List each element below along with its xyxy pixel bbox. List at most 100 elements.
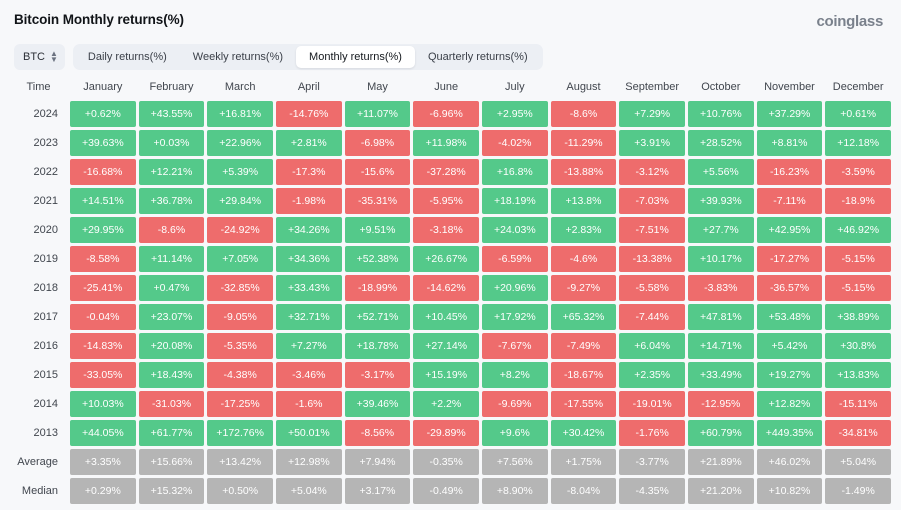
return-cell[interactable]: -6.59% (481, 246, 548, 272)
return-cell[interactable]: -5.35% (207, 333, 273, 359)
return-cell[interactable]: +13.8% (550, 188, 617, 214)
return-cell[interactable]: +43.55% (138, 101, 205, 127)
return-cell[interactable]: +2.35% (619, 362, 685, 388)
return-cell[interactable]: +7.94% (344, 449, 411, 475)
return-cell[interactable]: +7.29% (619, 101, 685, 127)
return-cell[interactable]: -16.68% (70, 159, 136, 185)
return-cell[interactable]: +36.78% (138, 188, 205, 214)
tab-quarterly-returns[interactable]: Quarterly returns(%) (415, 46, 541, 68)
return-cell[interactable]: -3.12% (619, 159, 685, 185)
return-cell[interactable]: -7.49% (550, 333, 617, 359)
return-cell[interactable]: +18.19% (481, 188, 548, 214)
return-cell[interactable]: +8.90% (481, 478, 548, 504)
return-cell[interactable]: -3.59% (825, 159, 891, 185)
return-cell[interactable]: +30.42% (550, 420, 617, 446)
return-cell[interactable]: +65.32% (550, 304, 617, 330)
return-cell[interactable]: -4.02% (481, 130, 548, 156)
return-cell[interactable]: +29.95% (70, 217, 136, 243)
return-cell[interactable]: +37.29% (756, 101, 823, 127)
return-cell[interactable]: +39.63% (70, 130, 136, 156)
return-cell[interactable]: -0.04% (70, 304, 136, 330)
return-cell[interactable]: +19.27% (756, 362, 823, 388)
return-cell[interactable]: +0.61% (825, 101, 891, 127)
return-cell[interactable]: +5.04% (825, 449, 891, 475)
return-cell[interactable]: +60.79% (687, 420, 754, 446)
return-cell[interactable]: -3.77% (619, 449, 685, 475)
return-cell[interactable]: +42.95% (756, 217, 823, 243)
return-cell[interactable]: +46.92% (825, 217, 891, 243)
return-cell[interactable]: +26.67% (413, 246, 479, 272)
return-cell[interactable]: -13.38% (619, 246, 685, 272)
return-cell[interactable]: +5.56% (687, 159, 754, 185)
return-cell[interactable]: +52.38% (344, 246, 411, 272)
return-cell[interactable]: -6.96% (413, 101, 479, 127)
return-cell[interactable]: +0.50% (207, 478, 273, 504)
return-cell[interactable]: +172.76% (207, 420, 273, 446)
return-cell[interactable]: +22.96% (207, 130, 273, 156)
return-cell[interactable]: -9.69% (481, 391, 548, 417)
return-cell[interactable]: -1.49% (825, 478, 891, 504)
return-cell[interactable]: +12.82% (756, 391, 823, 417)
return-cell[interactable]: -4.38% (207, 362, 273, 388)
return-cell[interactable]: -1.98% (275, 188, 342, 214)
return-cell[interactable]: +17.92% (481, 304, 548, 330)
return-cell[interactable]: +12.18% (825, 130, 891, 156)
return-cell[interactable]: -5.15% (825, 275, 891, 301)
return-cell[interactable]: +16.81% (207, 101, 273, 127)
return-cell[interactable]: +13.83% (825, 362, 891, 388)
tab-monthly-returns[interactable]: Monthly returns(%) (296, 46, 415, 68)
return-cell[interactable]: +20.96% (481, 275, 548, 301)
return-cell[interactable]: -4.6% (550, 246, 617, 272)
return-cell[interactable]: -1.76% (619, 420, 685, 446)
return-cell[interactable]: -14.83% (70, 333, 136, 359)
return-cell[interactable]: +23.07% (138, 304, 205, 330)
return-cell[interactable]: +27.7% (687, 217, 754, 243)
return-cell[interactable]: -16.23% (756, 159, 823, 185)
return-cell[interactable]: -18.99% (344, 275, 411, 301)
return-cell[interactable]: +24.03% (481, 217, 548, 243)
return-cell[interactable]: -18.9% (825, 188, 891, 214)
return-cell[interactable]: +29.84% (207, 188, 273, 214)
return-cell[interactable]: -8.04% (550, 478, 617, 504)
return-cell[interactable]: +0.47% (138, 275, 205, 301)
return-cell[interactable]: +8.81% (756, 130, 823, 156)
return-cell[interactable]: +34.26% (275, 217, 342, 243)
return-cell[interactable]: +7.27% (275, 333, 342, 359)
return-cell[interactable]: +5.39% (207, 159, 273, 185)
return-cell[interactable]: +14.51% (70, 188, 136, 214)
return-cell[interactable]: -8.58% (70, 246, 136, 272)
return-cell[interactable]: +33.43% (275, 275, 342, 301)
symbol-selector[interactable]: BTC ▲ ▼ (14, 44, 65, 70)
return-cell[interactable]: -8.56% (344, 420, 411, 446)
return-cell[interactable]: -4.35% (619, 478, 685, 504)
return-cell[interactable]: +10.82% (756, 478, 823, 504)
return-cell[interactable]: +18.43% (138, 362, 205, 388)
return-cell[interactable]: +12.21% (138, 159, 205, 185)
return-cell[interactable]: -7.51% (619, 217, 685, 243)
return-cell[interactable]: -3.83% (687, 275, 754, 301)
return-cell[interactable]: +3.91% (619, 130, 685, 156)
return-cell[interactable]: -5.58% (619, 275, 685, 301)
return-cell[interactable]: +0.62% (70, 101, 136, 127)
return-cell[interactable]: +46.02% (756, 449, 823, 475)
return-cell[interactable]: +15.32% (138, 478, 205, 504)
return-cell[interactable]: -13.88% (550, 159, 617, 185)
return-cell[interactable]: -5.95% (413, 188, 479, 214)
return-cell[interactable]: +27.14% (413, 333, 479, 359)
return-cell[interactable]: -35.31% (344, 188, 411, 214)
return-cell[interactable]: -5.15% (825, 246, 891, 272)
return-cell[interactable]: -36.57% (756, 275, 823, 301)
return-cell[interactable]: +39.46% (344, 391, 411, 417)
return-cell[interactable]: -7.67% (481, 333, 548, 359)
return-cell[interactable]: -7.44% (619, 304, 685, 330)
return-cell[interactable]: +9.6% (481, 420, 548, 446)
return-cell[interactable]: +11.07% (344, 101, 411, 127)
return-cell[interactable]: +10.76% (687, 101, 754, 127)
return-cell[interactable]: +2.95% (481, 101, 548, 127)
return-cell[interactable]: -18.67% (550, 362, 617, 388)
return-cell[interactable]: +18.78% (344, 333, 411, 359)
return-cell[interactable]: +2.83% (550, 217, 617, 243)
return-cell[interactable]: +10.03% (70, 391, 136, 417)
return-cell[interactable]: -8.6% (550, 101, 617, 127)
return-cell[interactable]: +3.35% (70, 449, 136, 475)
